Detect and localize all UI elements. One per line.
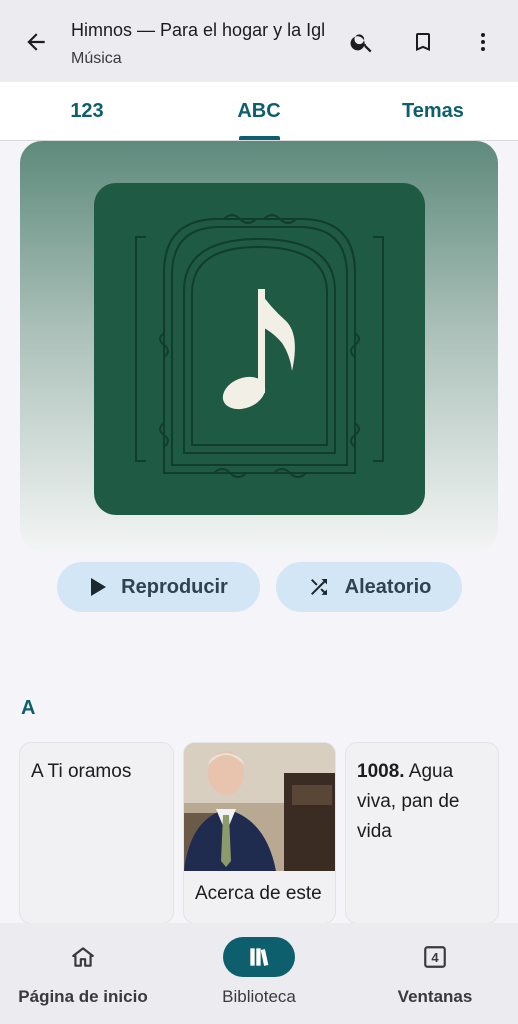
shuffle-button[interactable]: Aleatorio	[276, 562, 462, 612]
tab-indicator	[239, 136, 280, 140]
more-options-button[interactable]	[463, 22, 503, 62]
tab-abc[interactable]: ABC	[212, 82, 306, 140]
bottom-navigation: Página de inicio Biblioteca 4 Ventanas	[0, 923, 518, 1024]
music-note-icon	[135, 214, 384, 478]
nav-windows-label: Ventanas	[397, 987, 473, 1006]
back-arrow-icon	[27, 33, 45, 51]
play-icon	[91, 578, 107, 596]
page-title: Himnos — Para el hogar y la Igl	[71, 20, 326, 40]
search-button[interactable]	[342, 22, 382, 62]
windows-count-badge: 4	[431, 949, 439, 965]
section-header-a: A	[21, 697, 36, 719]
nav-home-label: Página de inicio	[18, 987, 148, 1006]
play-label: Reproducir	[121, 575, 228, 598]
more-vert-icon	[481, 33, 485, 51]
tab-temas[interactable]: Temas	[386, 82, 480, 140]
hymnbook-cover	[94, 183, 425, 515]
tab-123[interactable]: 123	[40, 82, 134, 140]
shuffle-label: Aleatorio	[344, 575, 432, 598]
card-title-wrap: 1008. Agua viva, pan de vida	[357, 757, 491, 847]
tab-bar: 123 ABC Temas	[0, 82, 518, 141]
video-card[interactable]: Acerca de este	[183, 742, 336, 924]
card-title: Acerca de este	[195, 883, 322, 904]
nav-home[interactable]: Página de inicio	[0, 923, 166, 1024]
nav-windows[interactable]: 4 Ventanas	[365, 923, 505, 1024]
hymn-number: 1008.	[357, 761, 405, 782]
library-icon	[250, 948, 269, 966]
speaker-photo	[184, 743, 335, 871]
hymn-card[interactable]: A Ti oramos	[19, 742, 174, 924]
back-button[interactable]	[18, 24, 54, 60]
hymn-card[interactable]: 1008. Agua viva, pan de vida	[345, 742, 499, 924]
nav-library-label: Biblioteca	[222, 987, 296, 1006]
shuffle-icon	[310, 579, 327, 595]
page-subtitle: Música	[71, 50, 122, 67]
bookmark-icon	[416, 33, 430, 51]
card-title: A Ti oramos	[31, 761, 132, 782]
nav-library[interactable]: Biblioteca	[187, 923, 331, 1024]
home-icon	[72, 947, 94, 967]
bookmark-button[interactable]	[403, 22, 443, 62]
search-icon	[350, 34, 372, 53]
play-button[interactable]: Reproducir	[57, 562, 260, 612]
app-bar: Himnos — Para el hogar y la Igl Música	[0, 0, 518, 82]
